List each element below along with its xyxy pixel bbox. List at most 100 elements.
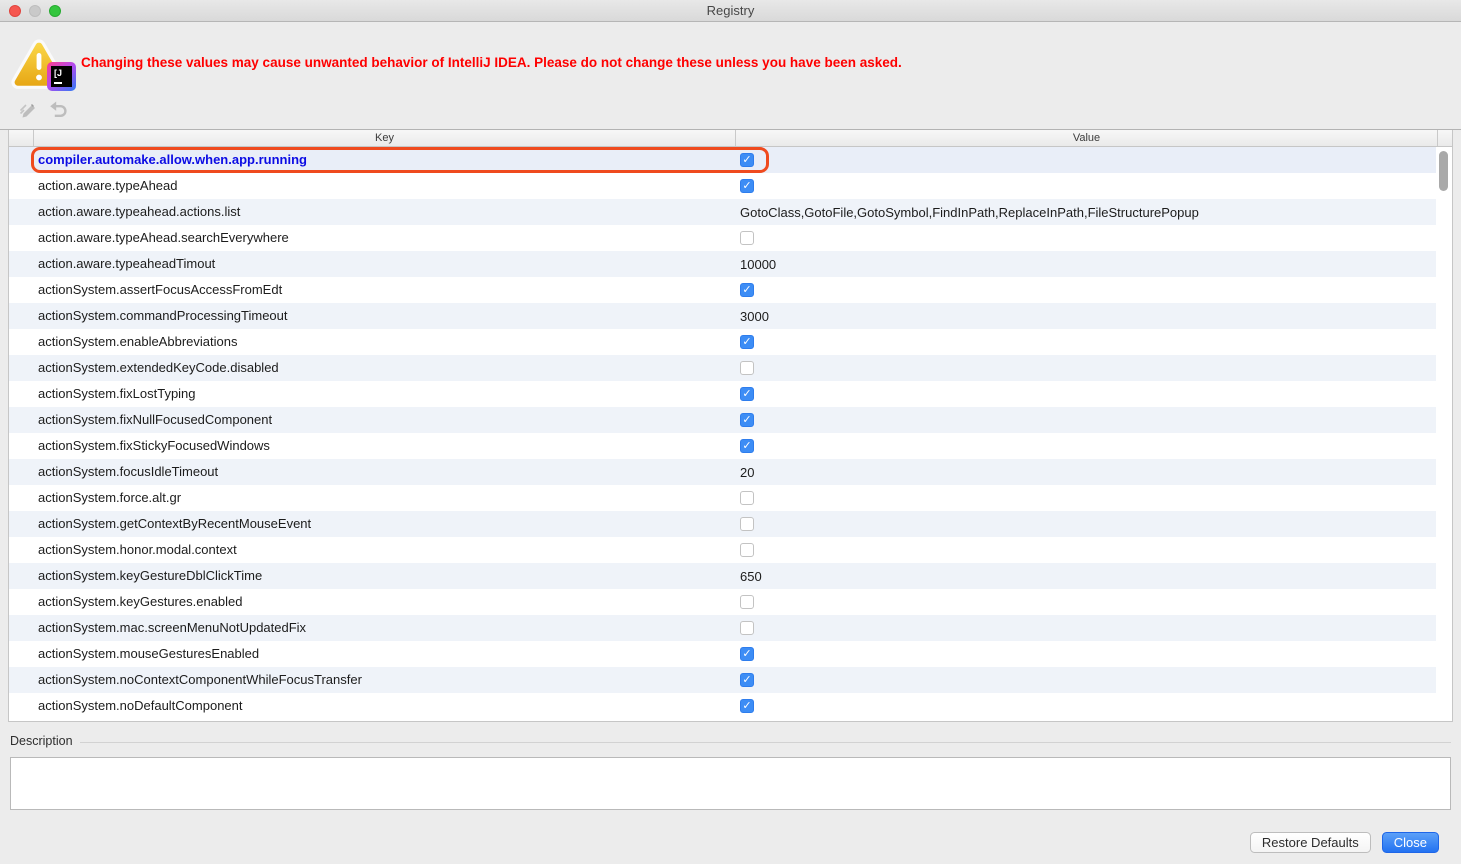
table-row[interactable]: actionSystem.fixNullFocusedComponent ✓ xyxy=(9,407,1436,433)
edit-icon[interactable] xyxy=(18,100,37,119)
row-key: actionSystem.commandProcessingTimeout xyxy=(38,308,288,323)
table-row[interactable]: actionSystem.fixStickyFocusedWindows ✓ xyxy=(9,433,1436,459)
checkbox-checked[interactable]: ✓ xyxy=(740,179,754,193)
row-key: actionSystem.getContextByRecentMouseEven… xyxy=(38,516,312,531)
table-row[interactable]: actionSystem.focusIdleTimeout 20 xyxy=(9,459,1436,485)
value-text: 3000 xyxy=(740,308,769,324)
table-row[interactable]: actionSystem.enableAbbreviations ✓ xyxy=(9,329,1436,355)
row-key: actionSystem.extendedKeyCode.disabled xyxy=(38,360,279,375)
window-title: Registry xyxy=(706,3,755,18)
row-key: actionSystem.noDefaultComponent xyxy=(38,698,243,713)
row-key: actionSystem.mouseGesturesEnabled xyxy=(38,646,260,661)
row-key: actionSystem.noContextComponentWhileFocu… xyxy=(38,672,362,687)
value-text: 10000 xyxy=(740,256,777,272)
row-value xyxy=(740,615,1436,641)
checkbox-checked[interactable]: ✓ xyxy=(740,699,754,713)
table-row[interactable]: actionSystem.commandProcessingTimeout 30… xyxy=(9,303,1436,329)
table-row[interactable]: actionSystem.force.alt.gr xyxy=(9,485,1436,511)
warning-icon: [J xyxy=(10,36,80,98)
row-key: actionSystem.enableAbbreviations xyxy=(38,334,238,349)
description-box xyxy=(10,757,1451,810)
warning-message: Changing these values may cause unwanted… xyxy=(81,55,902,70)
scrollbar-thumb[interactable] xyxy=(1439,151,1448,191)
table-row[interactable]: action.aware.typeAhead.searchEverywhere xyxy=(9,225,1436,251)
warning-panel: [J Changing these values may cause unwan… xyxy=(0,22,1461,129)
table-row[interactable]: actionSystem.honor.modal.context xyxy=(9,537,1436,563)
row-value: 10000 xyxy=(740,251,1436,277)
row-value: ✓ xyxy=(740,641,1436,667)
value-text: GotoClass,GotoFile,GotoSymbol,FindInPath… xyxy=(740,204,1199,220)
titlebar-minimize-button xyxy=(29,5,41,17)
row-value: ✓ xyxy=(740,407,1436,433)
table-row[interactable]: action.aware.typeAhead ✓ xyxy=(9,173,1436,199)
checkbox-checked[interactable]: ✓ xyxy=(740,439,754,453)
intellij-logo-monogram: [J xyxy=(54,68,63,78)
table-row[interactable]: actionSystem.fixLostTyping ✓ xyxy=(9,381,1436,407)
checkbox-unchecked[interactable] xyxy=(740,517,754,531)
checkbox-unchecked[interactable] xyxy=(740,491,754,505)
close-dialog-button[interactable]: Close xyxy=(1381,832,1439,853)
revert-icon[interactable] xyxy=(48,100,67,119)
row-key: actionSystem.keyGestures.enabled xyxy=(38,594,243,609)
row-key: action.aware.typeAhead xyxy=(38,178,178,193)
row-key: actionSystem.honor.modal.context xyxy=(38,542,237,557)
value-text: 20 xyxy=(740,464,755,480)
checkbox-unchecked[interactable] xyxy=(740,621,754,635)
checkbox-checked[interactable]: ✓ xyxy=(740,673,754,687)
table-row[interactable]: action.aware.typeaheadTimout 10000 xyxy=(9,251,1436,277)
restore-defaults-button[interactable]: Restore Defaults xyxy=(1249,832,1371,853)
header-gutter xyxy=(9,130,34,146)
table-row[interactable]: compiler.automake.allow.when.app.running… xyxy=(9,147,1436,173)
row-value: ✓ xyxy=(740,277,1436,303)
checkbox-checked[interactable]: ✓ xyxy=(740,153,754,167)
row-value: ✓ xyxy=(740,381,1436,407)
table-row[interactable]: actionSystem.noDefaultComponent ✓ xyxy=(9,693,1436,719)
row-value xyxy=(740,511,1436,537)
row-key: action.aware.typeAhead.searchEverywhere xyxy=(38,230,289,245)
table-row[interactable]: action.aware.typeahead.actions.list Goto… xyxy=(9,199,1436,225)
intellij-logo-icon: [J xyxy=(47,62,76,91)
row-value: 650 xyxy=(740,563,1436,589)
row-value xyxy=(740,355,1436,381)
description-header: Description xyxy=(10,733,1451,749)
row-key: actionSystem.fixStickyFocusedWindows xyxy=(38,438,270,453)
row-value xyxy=(740,537,1436,563)
row-key: action.aware.typeaheadTimout xyxy=(38,256,216,271)
row-value xyxy=(740,225,1436,251)
checkbox-unchecked[interactable] xyxy=(740,595,754,609)
table-row[interactable]: actionSystem.keyGestures.enabled xyxy=(9,589,1436,615)
row-value: ✓ xyxy=(740,147,1436,173)
description-rule xyxy=(79,741,1451,743)
table-row[interactable]: actionSystem.keyGestureDblClickTime 650 xyxy=(9,563,1436,589)
table-row[interactable]: actionSystem.noContextComponentWhileFocu… xyxy=(9,667,1436,693)
value-text: 650 xyxy=(740,568,762,584)
row-value: ✓ xyxy=(740,433,1436,459)
table-row[interactable]: actionSystem.getContextByRecentMouseEven… xyxy=(9,511,1436,537)
table-row[interactable]: actionSystem.extendedKeyCode.disabled xyxy=(9,355,1436,381)
row-key: actionSystem.keyGestureDblClickTime xyxy=(38,568,263,583)
row-key: actionSystem.force.alt.gr xyxy=(38,490,182,505)
table-row[interactable]: actionSystem.mouseGesturesEnabled ✓ xyxy=(9,641,1436,667)
row-key: compiler.automake.allow.when.app.running xyxy=(38,152,307,167)
titlebar: Registry xyxy=(0,0,1461,22)
titlebar-zoom-button[interactable] xyxy=(49,5,61,17)
table-row[interactable]: actionSystem.assertFocusAccessFromEdt ✓ xyxy=(9,277,1436,303)
row-value: 3000 xyxy=(740,303,1436,329)
checkbox-checked[interactable]: ✓ xyxy=(740,283,754,297)
checkbox-checked[interactable]: ✓ xyxy=(740,387,754,401)
checkbox-checked[interactable]: ✓ xyxy=(740,413,754,427)
table-row[interactable]: actionSystem.mac.screenMenuNotUpdatedFix xyxy=(9,615,1436,641)
header-value-column[interactable]: Value xyxy=(736,130,1438,146)
checkbox-checked[interactable]: ✓ xyxy=(740,335,754,349)
checkbox-checked[interactable]: ✓ xyxy=(740,647,754,661)
header-scroll-corner xyxy=(1438,130,1452,146)
row-value: ✓ xyxy=(740,667,1436,693)
row-key: actionSystem.fixLostTyping xyxy=(38,386,196,401)
checkbox-unchecked[interactable] xyxy=(740,361,754,375)
checkbox-unchecked[interactable] xyxy=(740,543,754,557)
checkbox-unchecked[interactable] xyxy=(740,231,754,245)
row-key: actionSystem.assertFocusAccessFromEdt xyxy=(38,282,283,297)
row-key: action.aware.typeahead.actions.list xyxy=(38,204,241,219)
titlebar-close-button[interactable] xyxy=(9,5,21,17)
header-key-column[interactable]: Key xyxy=(34,130,736,146)
